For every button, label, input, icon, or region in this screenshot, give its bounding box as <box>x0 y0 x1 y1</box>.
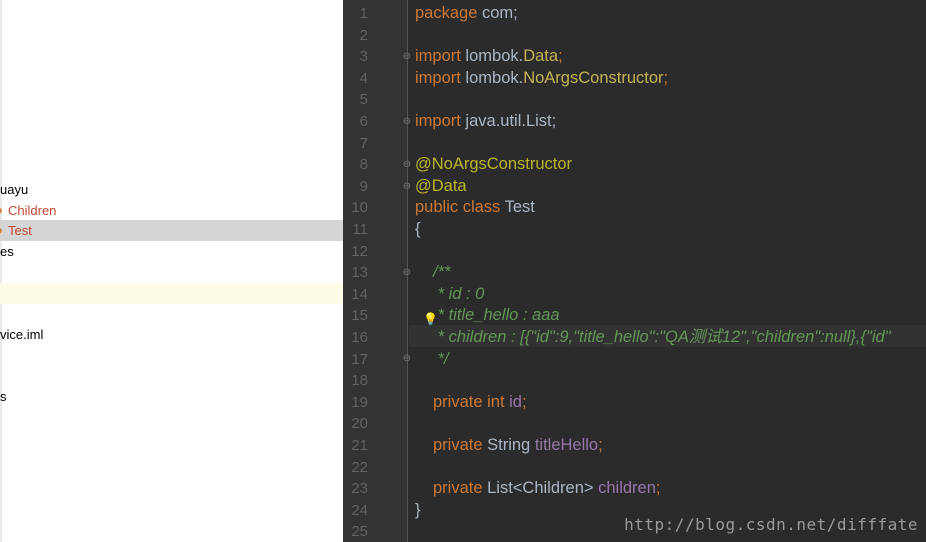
code-line-10: public class Test <box>415 197 535 219</box>
line-number: 4 <box>359 69 368 87</box>
line-number: 12 <box>351 242 368 260</box>
tree-item-label: Test <box>8 223 32 238</box>
keyword: public class <box>415 198 501 217</box>
tree-item-label: vice.iml <box>0 327 44 342</box>
code-text: Test <box>500 198 535 217</box>
line-number: 5 <box>359 91 368 109</box>
line-number: 25 <box>351 523 368 541</box>
fold-marker-icon[interactable]: ⊖ <box>401 51 413 63</box>
tree-item-label: uayu <box>0 182 29 197</box>
line-number: 20 <box>351 415 368 433</box>
code-editor[interactable]: 1 2 3 4 5 6 7 8 9 10 11 12 13 14 15 16 1… <box>343 0 926 542</box>
keyword: private <box>433 436 483 454</box>
type-name: String <box>482 436 535 454</box>
punctuation: ; <box>558 47 563 66</box>
code-line-4: import lombok.NoArgsConstructor; <box>415 68 668 90</box>
line-number: 23 <box>351 480 368 498</box>
field-name: children <box>598 479 656 498</box>
punctuation: ; <box>598 436 603 454</box>
line-number: 3 <box>359 48 368 66</box>
tree-item-test[interactable]: ◗ Test <box>0 220 343 241</box>
line-number: 15 <box>351 307 368 325</box>
fold-marker-icon[interactable]: ⊖ <box>401 353 413 365</box>
line-number: 9 <box>359 177 368 195</box>
code-line-19: private int id; <box>433 392 527 414</box>
line-number: 17 <box>351 350 368 368</box>
code-line-21: private String titleHello; <box>433 435 603 457</box>
project-tree-panel: uayu ◗ Children ◗ Test es vice.iml s <box>0 0 343 542</box>
line-number: 10 <box>351 199 368 217</box>
field-name: id <box>504 392 522 411</box>
tree-item-label: Children <box>8 203 57 218</box>
line-number: 21 <box>351 437 368 454</box>
line-number: 2 <box>359 26 368 44</box>
tree-item-iml[interactable]: vice.iml <box>0 324 343 345</box>
line-number: 16 <box>351 329 368 346</box>
code-line-1: package com; <box>415 3 518 25</box>
code-text: lombok. <box>460 47 524 66</box>
code-text: com; <box>477 4 518 22</box>
code-line-17: */ <box>433 349 449 368</box>
watermark: http://blog.csdn.net/difffate <box>624 515 918 534</box>
fold-marker-icon[interactable]: ⊖ <box>401 116 413 128</box>
line-number: 1 <box>359 5 368 22</box>
code-text: lombok. <box>460 68 524 87</box>
code-line-23: private List<Children> children; <box>433 478 661 500</box>
tree-item-label: s <box>0 389 7 404</box>
line-number: 14 <box>351 285 368 303</box>
line-number: 11 <box>352 221 368 238</box>
class-name: Data <box>523 47 559 66</box>
tree-item-label: es <box>0 244 14 259</box>
line-number: 19 <box>351 393 368 411</box>
punctuation: ; <box>521 392 527 411</box>
line-number: 13 <box>351 264 368 282</box>
tree-edge <box>0 0 2 542</box>
keyword: import <box>415 68 461 87</box>
field-name: titleHello <box>534 436 599 454</box>
code-line-24: } <box>415 500 421 519</box>
code-line-8: @NoArgsConstructor <box>415 155 573 174</box>
code-line-15: * title_hello : aaa <box>433 306 560 325</box>
line-number: 24 <box>351 501 368 519</box>
keyword: private <box>433 479 483 498</box>
fold-marker-icon[interactable]: ⊖ <box>401 181 413 193</box>
code-text: java.util.List; <box>460 112 557 130</box>
tree-item-children[interactable]: ◗ Children <box>0 200 343 221</box>
code-line-9: @Data <box>415 176 467 195</box>
line-number: 6 <box>359 113 368 130</box>
fold-marker-icon[interactable]: ⊖ <box>401 159 413 171</box>
tree-item-s[interactable]: s <box>0 386 343 407</box>
code-line-16: * children : [{"id":9,"title_hello":"QA测… <box>433 328 891 346</box>
class-name: NoArgsConstructor <box>523 68 664 87</box>
line-number: 7 <box>359 134 368 152</box>
line-number: 8 <box>359 156 368 174</box>
line-number: 22 <box>351 458 368 476</box>
keyword: import <box>415 47 461 66</box>
fold-marker-icon[interactable]: ⊖ <box>401 267 413 279</box>
tree-item-es[interactable]: es <box>0 241 343 262</box>
class-icon: ◗ <box>0 203 5 217</box>
punctuation: ; <box>663 68 669 87</box>
type-name: List<Children> <box>482 479 599 498</box>
tree-item-highlighted[interactable] <box>0 283 343 304</box>
code-line-6: import java.util.List; <box>415 111 556 133</box>
line-number: 18 <box>351 372 368 390</box>
code-line-14: * id : 0 <box>433 284 485 303</box>
class-icon: ◗ <box>0 223 5 237</box>
code-line-11: { <box>415 220 421 238</box>
code-line-3: import lombok.Data; <box>415 46 563 68</box>
keyword: import <box>415 112 461 130</box>
punctuation: ; <box>655 479 661 498</box>
keyword: private int <box>433 392 505 411</box>
code-line-13: /** <box>433 263 451 282</box>
keyword: package <box>415 4 478 22</box>
tree-item-uayu[interactable]: uayu <box>0 179 343 200</box>
